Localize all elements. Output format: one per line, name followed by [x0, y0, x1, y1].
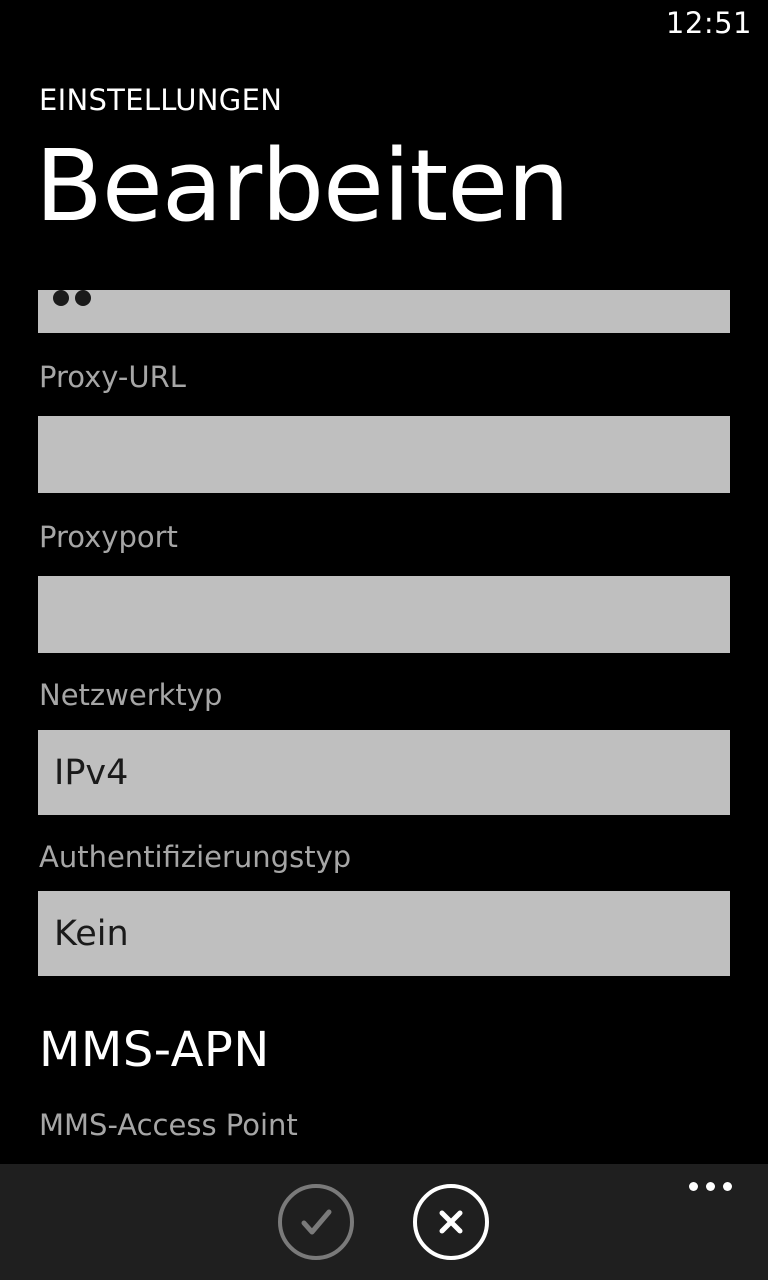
mms-apn-section-title: MMS-APN — [39, 1022, 270, 1078]
settings-edit-screen: 12:51 EINSTELLUNGEN Bearbeiten Proxy-URL… — [0, 0, 768, 1280]
more-options-button[interactable] — [689, 1182, 732, 1191]
status-time: 12:51 — [665, 6, 752, 40]
page-title: Bearbeiten — [35, 129, 570, 244]
network-type-label: Netzwerktyp — [39, 678, 223, 712]
app-bar — [0, 1164, 768, 1280]
check-icon — [301, 1209, 332, 1235]
app-title: EINSTELLUNGEN — [39, 83, 283, 117]
auth-type-value: Kein — [54, 913, 129, 954]
status-bar: 12:51 — [0, 0, 768, 48]
password-mask — [53, 290, 91, 306]
network-type-value: IPv4 — [54, 752, 129, 793]
ellipsis-icon — [689, 1182, 698, 1191]
ellipsis-icon — [706, 1182, 715, 1191]
mms-access-point-label: MMS-Access Point — [39, 1108, 298, 1142]
network-type-select[interactable]: IPv4 — [38, 730, 730, 815]
password-field[interactable] — [38, 290, 730, 333]
form-scroll-area[interactable]: Proxy-URL Proxyport Netzwerktyp IPv4 Aut… — [0, 290, 768, 1164]
password-dot — [75, 290, 91, 306]
auth-type-label: Authentifizierungstyp — [39, 840, 352, 874]
ellipsis-icon — [723, 1182, 732, 1191]
confirm-button[interactable] — [278, 1184, 354, 1260]
proxy-port-label: Proxyport — [39, 520, 178, 554]
close-icon — [439, 1210, 463, 1234]
proxy-port-input[interactable] — [38, 576, 730, 653]
password-dot — [53, 290, 69, 306]
cancel-button[interactable] — [413, 1184, 489, 1260]
proxy-url-label: Proxy-URL — [39, 360, 186, 394]
proxy-url-input[interactable] — [38, 416, 730, 493]
auth-type-select[interactable]: Kein — [38, 891, 730, 976]
